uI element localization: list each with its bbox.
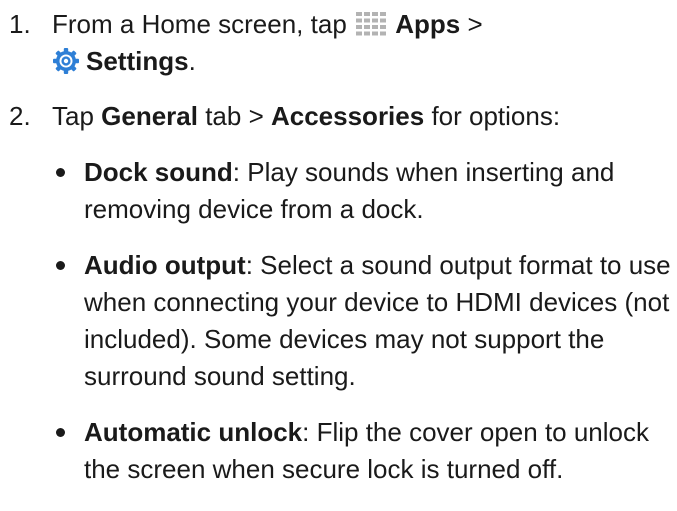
step-2-mid: tab > <box>197 101 271 131</box>
bullet-icon <box>56 428 65 437</box>
step-number: 2. <box>9 101 31 131</box>
step-1: 1. From a Home screen, tap Apps > Settin… <box>0 6 677 80</box>
step-number: 1. <box>9 9 31 39</box>
general-tab-label: General <box>101 101 198 131</box>
option-automatic-unlock: Automatic unlock: Flip the cover open to… <box>52 414 677 488</box>
separator: > <box>460 9 483 39</box>
accessories-label: Accessories <box>270 101 425 131</box>
step-2-tap: Tap <box>52 101 102 131</box>
instructions-document: 1. From a Home screen, tap Apps > Settin… <box>0 0 677 511</box>
bullet-icon <box>56 168 65 177</box>
option-title: Automatic unlock <box>84 417 303 447</box>
step-1-prefix: From a Home screen, tap <box>52 9 354 39</box>
bullet-icon <box>56 261 65 270</box>
option-dock-sound: Dock sound: Play sounds when inserting a… <box>52 154 677 228</box>
options-list: Dock sound: Play sounds when inserting a… <box>52 154 677 488</box>
apps-label: Apps <box>395 9 461 39</box>
option-title: Dock sound <box>84 157 233 187</box>
option-title: Audio output <box>84 250 246 280</box>
settings-label: Settings <box>86 46 189 76</box>
step-2: 2. Tap General tab > Accessories for opt… <box>0 98 677 488</box>
apps-grid-icon <box>356 9 386 36</box>
settings-gear-icon <box>52 47 80 75</box>
step-1-end: . <box>188 46 196 76</box>
step-2-suffix: for options: <box>424 101 561 131</box>
option-audio-output: Audio output: Select a sound output form… <box>52 247 677 395</box>
